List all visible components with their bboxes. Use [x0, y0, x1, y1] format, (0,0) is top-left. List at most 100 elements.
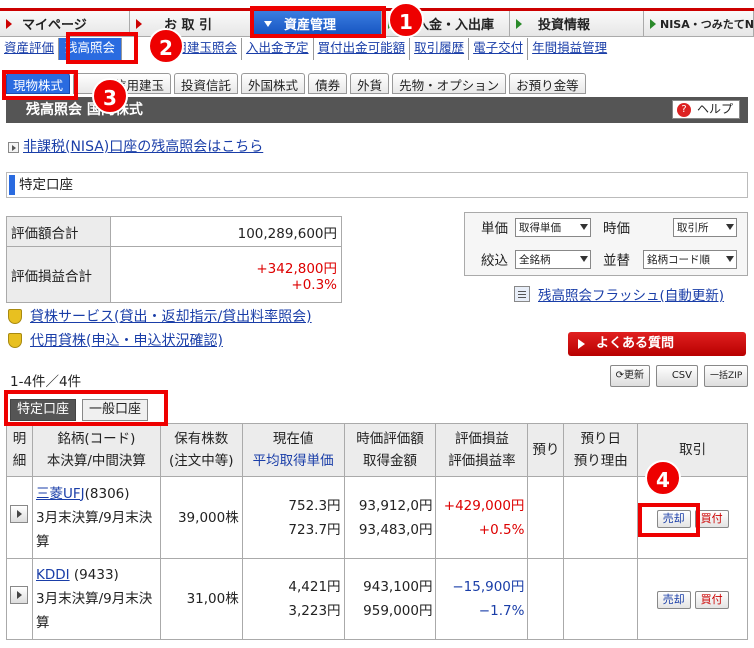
flash-link[interactable]: 残高照会フラッシュ(自動更新): [538, 284, 724, 304]
pl-cell: +342,800円 +0.3%: [110, 246, 342, 303]
callout-4: 4: [645, 460, 681, 496]
highlight-account-tabs: [4, 390, 168, 426]
flash-link-row: 残高照会フラッシュ(自動更新): [514, 284, 724, 304]
faq-button[interactable]: よくある質問: [568, 332, 746, 356]
stock-name-link[interactable]: 三菱UFJ: [36, 486, 85, 502]
col-name: 銘柄(コード) 本決算/中間決算: [31, 423, 161, 477]
highlight-sell-button: [638, 503, 700, 537]
top-nav-trade[interactable]: お 取 引: [130, 11, 252, 37]
pl: +429,000円: [443, 497, 525, 514]
chevron-down-icon: [726, 224, 734, 230]
col-deposit-date: 預り日 預り理由: [563, 423, 639, 477]
unit-price-select[interactable]: 取得単価: [515, 217, 591, 237]
expand-icon[interactable]: [10, 504, 29, 523]
qty: 39,000株: [159, 476, 243, 559]
unit-price-label: 単価: [481, 221, 508, 237]
market-value: 943,100円: [363, 579, 433, 595]
pl-label: 評価損益合計: [6, 246, 111, 303]
account-header: 特定口座: [6, 172, 748, 198]
shield-icon: [8, 308, 22, 324]
fiscal-period: 3月末決算/9月末決算: [35, 591, 153, 631]
market-price-label: 時価: [603, 221, 630, 237]
nisa-balance-link[interactable]: 非課税(NISA)口座の残高照会はこちら: [23, 139, 263, 155]
subnav-buying-power[interactable]: 買付出金可能額: [314, 38, 411, 60]
subnav-annual-pl[interactable]: 年間損益管理: [528, 38, 611, 60]
buy-button[interactable]: 買付: [694, 591, 729, 609]
shield-icon: [8, 332, 22, 348]
stock-code: (8306): [84, 485, 130, 502]
stock-name-link[interactable]: KDDI: [36, 567, 70, 583]
top-nav-nisa[interactable]: NISA・つみたてNISA: [644, 11, 754, 37]
col-price: 現在値 平均取得単価: [241, 423, 345, 477]
tab-funds[interactable]: 投資信託: [174, 73, 239, 94]
filter-panel: 単価 取得単価 時価 取引所 絞込 全銘柄 並替 銘柄コード順: [464, 212, 748, 276]
arrow-right-icon: [8, 141, 19, 153]
current-price: 4,421円: [288, 579, 341, 595]
subnav-history[interactable]: 取引履歴: [410, 38, 470, 60]
result-count: 1-4件／4件: [10, 374, 82, 390]
tab-futures[interactable]: 先物・オプション: [392, 73, 507, 94]
document-icon: [514, 286, 530, 302]
col-market-value: 時価評価額 取得金額: [343, 423, 437, 477]
cost: 93,483,0円: [358, 521, 433, 538]
arrow-right-icon: [136, 19, 142, 29]
margin-lending-link[interactable]: 代用貸株(申込・申込状況確認): [30, 330, 223, 350]
holdings-table: 明細 銘柄(コード) 本決算/中間決算 保有株数 (注文中等) 現在値 平均取得単価 …: [6, 423, 748, 640]
subnav-e-delivery[interactable]: 電子交付: [469, 38, 529, 60]
help-button[interactable]: ? ヘルプ: [671, 100, 740, 119]
valuation-value: 100,289,600円: [110, 216, 342, 247]
nisa-link-row: 非課税(NISA)口座の残高照会はこちら: [8, 136, 263, 156]
narrow-label: 絞込: [481, 253, 508, 269]
refresh-icon: ⟳: [615, 370, 624, 381]
subnav-asset-eval[interactable]: 資産評価: [0, 38, 60, 60]
current-price: 752.3円: [288, 497, 341, 514]
table-row: 三菱UFJ(8306) 3月末決算/9月末決算 39,000株 752.3円 723…: [6, 476, 748, 559]
pl-rate: +0.3%: [291, 276, 337, 293]
lending-link[interactable]: 貸株サービス(貸出・返却指示/貸出料率照会): [30, 306, 312, 326]
summary-table: 評価額合計 100,289,600円 評価損益合計 +342,800円 +0.3%: [6, 216, 342, 303]
question-icon: ?: [676, 103, 691, 117]
tab-fx[interactable]: 外貨: [350, 73, 390, 94]
refresh-button[interactable]: ⟳更新: [609, 365, 650, 387]
stock-code: (9433): [73, 567, 119, 583]
qty: 31,00株: [159, 558, 243, 640]
callout-2: 2: [148, 28, 184, 64]
pl: −15,900円: [452, 579, 525, 595]
tab-deposits[interactable]: お預り金等: [509, 73, 586, 94]
chevron-down-icon: [580, 224, 588, 230]
col-deposit: 預り: [527, 423, 565, 477]
chevron-down-icon: [726, 256, 734, 262]
sell-button[interactable]: 売却: [656, 591, 691, 609]
sort-select[interactable]: 銘柄コード順: [643, 249, 737, 269]
subnav-cash-schedule[interactable]: 入出金予定: [242, 38, 314, 60]
chevron-down-icon: [580, 256, 588, 262]
callout-1: 1: [388, 2, 424, 38]
market-price-select[interactable]: 取引所: [673, 217, 737, 237]
col-qty: 保有株数 (注文中等): [159, 423, 243, 477]
avg-cost: 723.7円: [288, 521, 341, 538]
pl-value: +342,800円: [256, 260, 337, 277]
arrow-right-icon: [650, 19, 656, 29]
fiscal-period: 3月末決算/9月末決算: [35, 509, 153, 550]
col-detail: 明細: [6, 423, 33, 477]
sort-label: 並替: [603, 253, 630, 269]
valuation-label: 評価額合計: [6, 216, 111, 247]
arrow-right-icon: [6, 19, 12, 29]
cost: 959,000円: [363, 603, 433, 619]
margin-lending-row: 代用貸株(申込・申込状況確認): [8, 330, 223, 350]
tab-bonds[interactable]: 債券: [308, 73, 348, 94]
col-pl: 評価損益 評価損益率: [435, 423, 529, 477]
narrow-select[interactable]: 全銘柄: [515, 249, 591, 269]
pl-rate: +0.5%: [478, 521, 525, 538]
lending-row: 貸株サービス(貸出・返却指示/貸出料率照会): [8, 306, 312, 326]
tab-foreign-stock[interactable]: 外国株式: [241, 73, 306, 94]
highlight-assets-nav: [250, 6, 386, 38]
table-header-row: 明細 銘柄(コード) 本決算/中間決算 保有株数 (注文中等) 現在値 平均取得単価 …: [6, 423, 748, 477]
table-row: KDDI (9433) 3月末決算/9月末決算 31,00株 4,421円 3,22…: [6, 558, 748, 640]
zip-button[interactable]: 一括ZIP: [704, 365, 748, 387]
toolbar: ⟳更新 CSV 一括ZIP: [609, 365, 748, 387]
top-nav-info[interactable]: 投資情報: [510, 11, 644, 37]
arrow-right-icon: [516, 19, 522, 29]
expand-icon[interactable]: [10, 586, 29, 604]
csv-button[interactable]: CSV: [656, 365, 698, 387]
